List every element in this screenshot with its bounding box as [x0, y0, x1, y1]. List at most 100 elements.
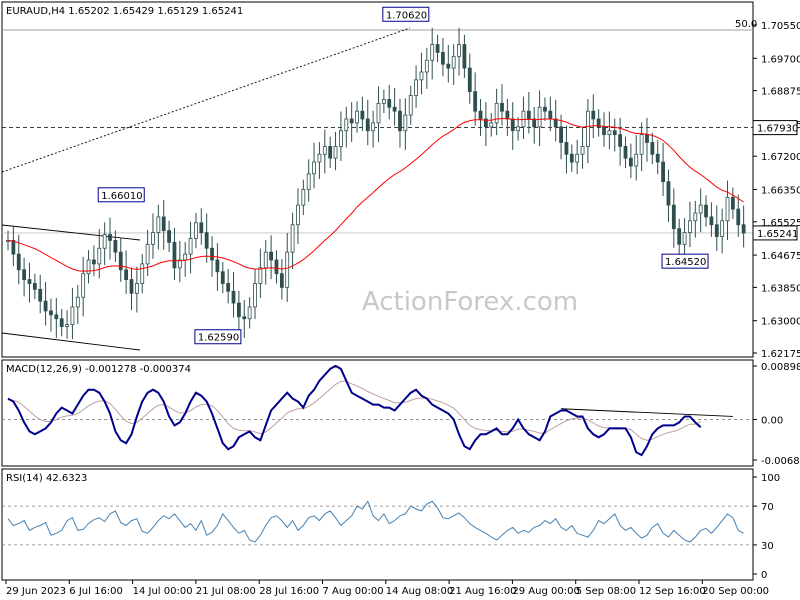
macd-tick-label: 0.00 [761, 415, 783, 426]
time-tick-label: 29 Aug 00:00 [512, 586, 579, 597]
candle-body [623, 146, 628, 159]
candle-body [32, 283, 37, 290]
candle-body [414, 79, 418, 96]
price-tick-label: 1.67200 [761, 152, 800, 163]
candle-body [27, 279, 32, 284]
candle-body [360, 110, 365, 120]
price-tick-label: 1.70550 [761, 21, 800, 32]
candle-body [65, 324, 69, 327]
rsi-title: RSI(14) 42.6323 [6, 473, 87, 484]
time-tick-label: 6 Jul 16:00 [69, 586, 123, 597]
macd-tick-label: -0.006816 [761, 456, 800, 467]
candle-body [194, 222, 198, 239]
candle-body [661, 161, 665, 183]
candle-body [102, 234, 107, 249]
candle-body [97, 247, 102, 265]
candle-body [365, 118, 370, 132]
candle-body [510, 118, 515, 132]
candle-body [339, 130, 343, 147]
price-tick-label: 1.69700 [761, 54, 800, 65]
candle-body [478, 110, 483, 120]
rsi-line [7, 500, 744, 543]
candle-body [473, 91, 478, 112]
candle-body [618, 134, 623, 147]
candle-body [274, 259, 279, 275]
time-tick-label: 20 Sep 00:00 [702, 586, 769, 597]
candle-body [543, 106, 547, 112]
candle-body [730, 196, 735, 210]
candle-body [693, 212, 698, 222]
time-tick-label: 29 Jun 2023 [6, 586, 66, 597]
candle-body [134, 283, 139, 294]
time-tick-label: 14 Jul 00:00 [133, 586, 193, 597]
rsi-tick-label: 0 [761, 570, 767, 581]
candle-body [634, 153, 639, 167]
candle-body [247, 306, 252, 320]
price-tick-label: 1.68875 [761, 87, 800, 98]
candle-body [172, 241, 177, 269]
watermark-text: ActionForex.com [362, 287, 578, 317]
candle-body [124, 269, 129, 280]
candle-body [108, 234, 112, 241]
candle-body [86, 259, 91, 275]
candle-body [263, 251, 268, 269]
candle-body [204, 232, 209, 249]
channel-upper-line [1, 224, 141, 241]
channel-lower-line [1, 332, 141, 351]
candle-body [226, 283, 231, 292]
candle-body [714, 224, 719, 237]
candle-body [725, 196, 730, 222]
candle-body [355, 110, 359, 124]
rsi-tick-label: 70 [761, 502, 774, 513]
candle-body [430, 44, 435, 61]
chart-root: ActionForex.com EURAUD,H4 1.65202 1.65429… [0, 0, 800, 600]
candle-body [290, 224, 295, 253]
candle-body [269, 251, 274, 261]
candle-body [349, 118, 354, 124]
candle-body [736, 208, 741, 226]
symbol-header: EURAUD,H4 1.65202 1.65429 1.65129 1.6524… [6, 6, 243, 17]
annotation-label: 1.62590 [198, 333, 239, 344]
candle-body [435, 44, 440, 53]
annotation-label: 1.66010 [101, 191, 142, 202]
candle-body [688, 220, 692, 233]
candle-body [279, 273, 284, 288]
candle-body [569, 153, 574, 163]
candle-body [575, 153, 580, 163]
candle-body [398, 110, 402, 132]
candle-body [38, 288, 43, 302]
candle-body [419, 71, 424, 81]
candle-body [704, 204, 708, 218]
candle-body [167, 230, 171, 243]
candle-body [183, 253, 188, 261]
candle-body [301, 189, 306, 206]
candle-body [457, 44, 461, 57]
candle-body [677, 228, 682, 245]
price-tick-label: 1.66350 [761, 185, 800, 196]
candle-body [559, 126, 563, 143]
rsi-tick-label: 30 [761, 541, 774, 552]
candle-body [698, 204, 703, 214]
candle-body [16, 253, 21, 271]
current-price-label: 1.65241 [757, 229, 798, 240]
candle-body [403, 114, 408, 132]
candle-body [75, 296, 80, 308]
candle-body [231, 290, 236, 304]
candle-body [709, 216, 714, 226]
candle-body [607, 130, 612, 136]
candle-body [285, 251, 290, 288]
candle-body [151, 232, 155, 245]
candle-body [392, 106, 397, 112]
price-tick-label: 1.63000 [761, 317, 800, 328]
candle-body [602, 126, 606, 136]
annotation-label: 1.64520 [665, 257, 706, 268]
candle-body [645, 134, 649, 143]
candle-body [682, 232, 687, 245]
time-tick-label: 5 Sep 08:00 [576, 586, 636, 597]
candle-body [505, 110, 510, 120]
candle-body [59, 318, 64, 327]
candle-body [500, 102, 504, 112]
time-tick-label: 28 Jul 16:00 [259, 586, 319, 597]
candle-body [537, 106, 542, 128]
candle-body [720, 220, 725, 237]
